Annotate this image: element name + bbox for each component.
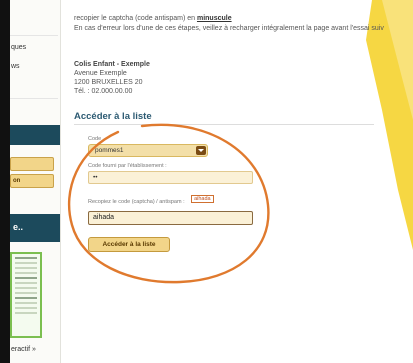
contact-city: 1200 BRUXELLES 20 xyxy=(74,79,143,86)
captcha-row: Recopiez le code (captcha) / antispam : … xyxy=(88,190,258,208)
captcha-image: aihada xyxy=(191,194,214,203)
sidebar-thumbnail[interactable] xyxy=(10,252,42,338)
contact-street: Avenue Exemple xyxy=(74,70,127,77)
section-divider xyxy=(74,124,374,125)
sidebar-menu-item[interactable]: ws xyxy=(11,63,20,70)
contact-phone: Tél. : 02.000.00.00 xyxy=(74,88,133,95)
sidebar-menu: ques ws xyxy=(10,35,58,99)
list-select-value: pommes1 xyxy=(95,147,124,154)
notice-line-1: recopier le captcha (code antispam) en m… xyxy=(74,14,384,24)
sidebar-menu-item[interactable]: ques xyxy=(11,44,26,51)
sidebar-title-bar: e.. xyxy=(10,214,60,242)
sidebar: ques ws on e.. eractif » xyxy=(10,0,61,363)
screenshot-frame: ques ws on e.. eractif » recopier le cap… xyxy=(0,0,413,363)
contact-name: Colis Enfant - Exemple xyxy=(74,61,150,68)
sidebar-button[interactable]: on xyxy=(10,174,54,188)
code-input[interactable]: •• xyxy=(88,171,253,184)
notice-emphasis: minuscule xyxy=(196,15,232,22)
chevron-down-icon[interactable] xyxy=(196,146,206,155)
notice-line-1-text: recopier le captcha (code antispam) en xyxy=(74,15,197,22)
access-list-form: Code pommes1 Code fourni par l'établisse… xyxy=(88,136,258,252)
sidebar-header-bar xyxy=(10,125,60,145)
instructions-notice: recopier le captcha (code antispam) en m… xyxy=(74,14,384,34)
notice-line-2: En cas d'erreur lors d'une de ces étapes… xyxy=(74,25,384,32)
code-label: Code fourni par l'établissement : xyxy=(88,163,167,169)
contact-block: Colis Enfant - Exemple Avenue Exemple 12… xyxy=(74,60,150,96)
captcha-input[interactable]: aihada xyxy=(88,211,253,225)
sidebar-button-top[interactable] xyxy=(10,157,54,171)
list-select[interactable]: pommes1 xyxy=(88,144,208,157)
screen-left-edge xyxy=(0,0,10,363)
select-label: Code xyxy=(88,136,102,142)
captcha-label: Recopiez le code (captcha) / antispam : xyxy=(88,199,185,205)
access-list-button[interactable]: Accéder à la liste xyxy=(88,237,170,252)
sidebar-title: e.. xyxy=(13,222,24,232)
sidebar-footer-link[interactable]: eractif » xyxy=(11,346,36,353)
page-title: Accéder à la liste xyxy=(74,111,152,122)
